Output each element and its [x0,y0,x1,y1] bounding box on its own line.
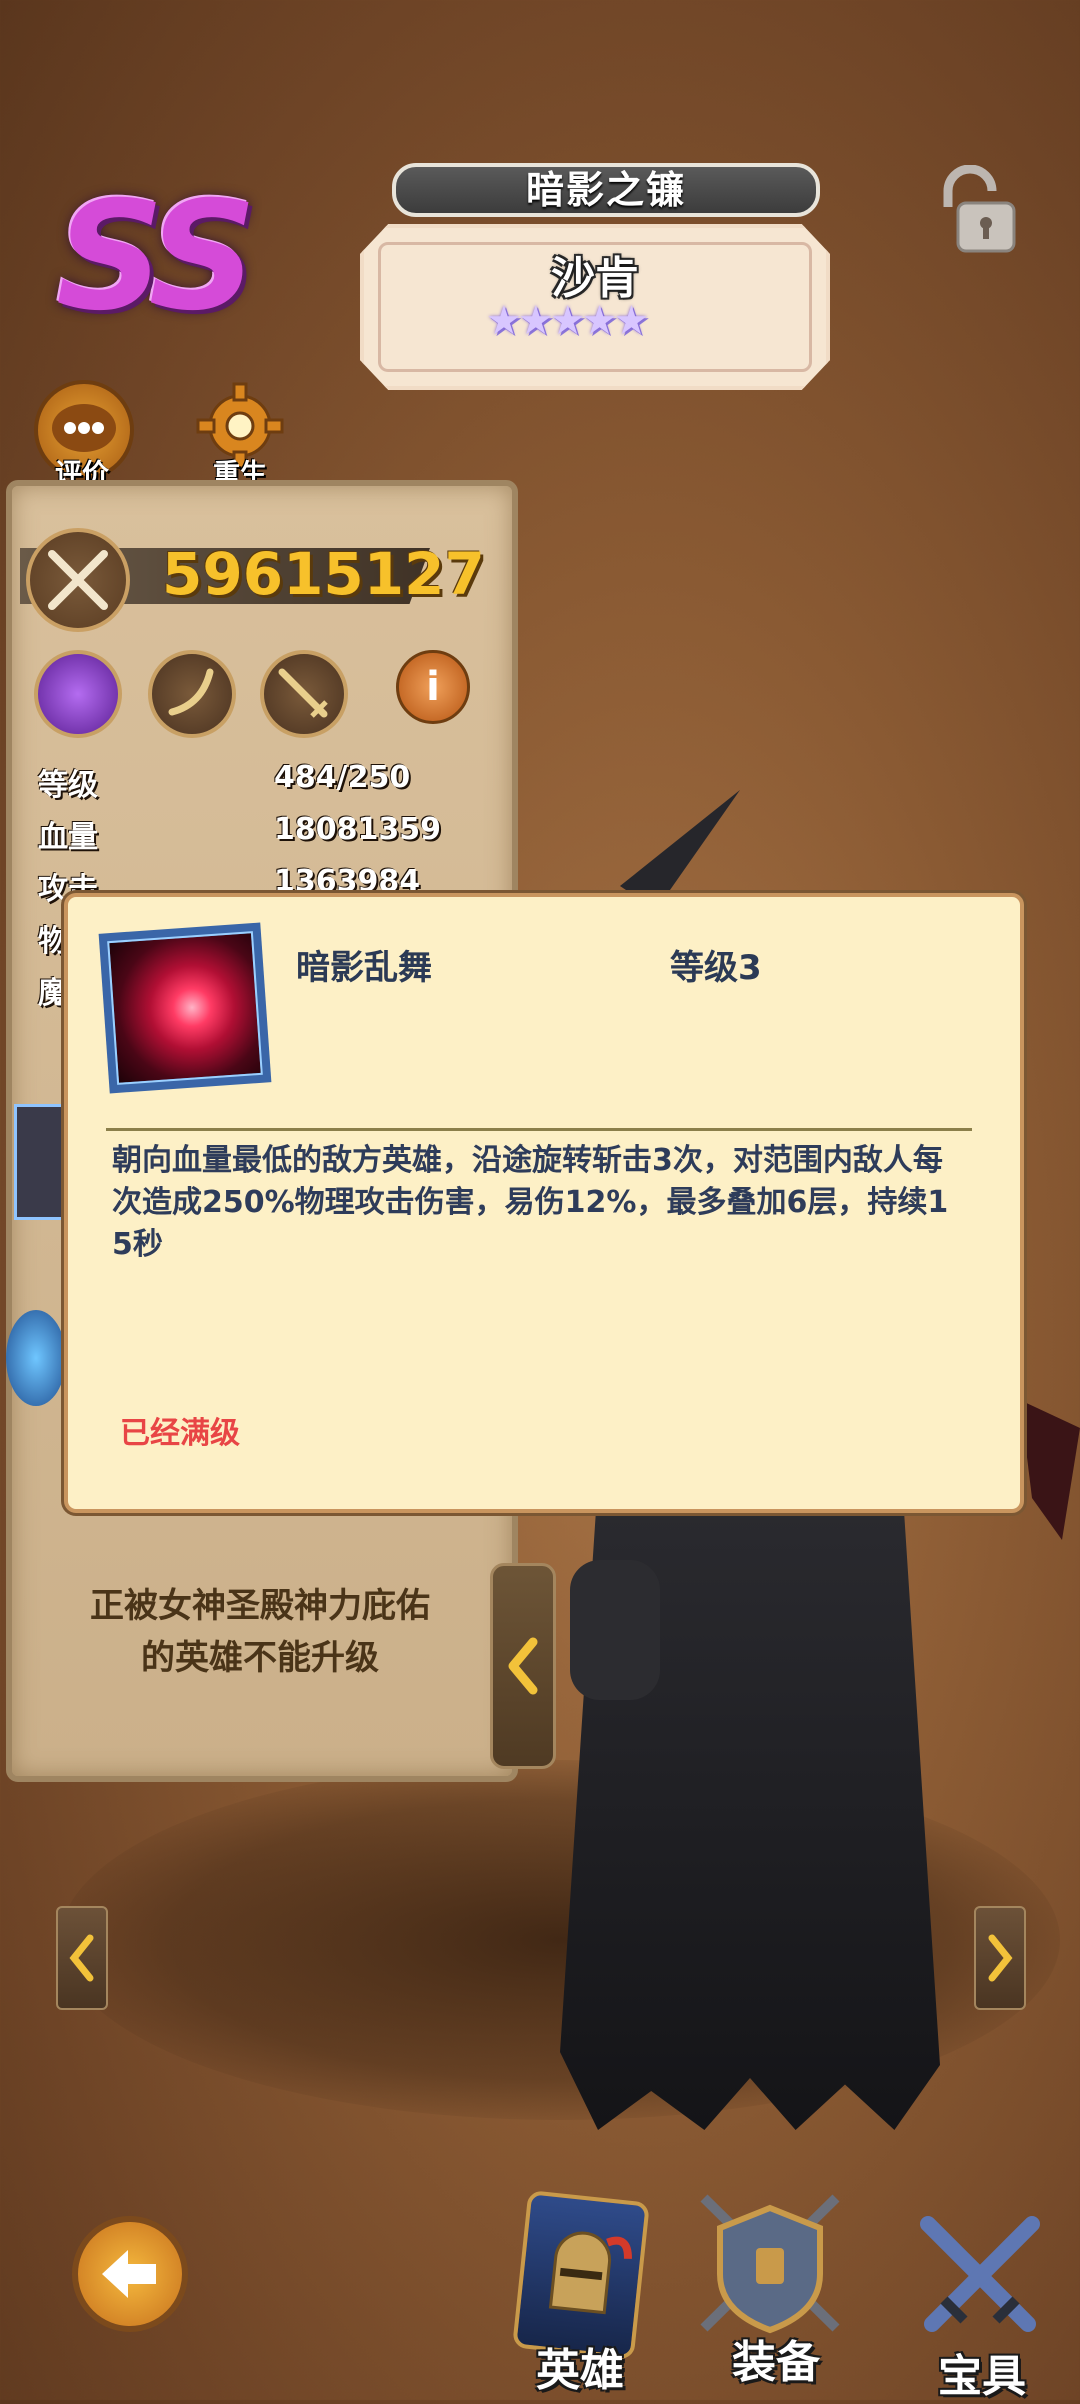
stat-value: 484/250 [274,760,411,795]
hero-title: 暗影之镰 [392,163,820,217]
chevron-right-icon [988,1934,1013,1982]
chevron-left-icon [69,1934,94,1982]
arrow-left-icon [102,2250,156,2298]
hero-hand [570,1560,660,1700]
star-icon: ★ [549,298,586,344]
next-hero-button[interactable] [974,1906,1026,2010]
equipment-tab-button[interactable] [690,2188,850,2338]
star-icon: ★ [486,298,522,344]
hero-grade: SS [56,170,257,344]
stat-label: 血量 [38,820,98,855]
notice-line: 正被女神圣殿神力庇佑 [90,1586,430,1626]
tab-equipment[interactable]: 装备 [732,2326,820,2390]
prev-hero-button[interactable] [56,1906,108,2010]
skill-description: 朝向血量最低的敌方英雄，沿途旋转斩击3次，对范围内敌人每次造成250%物理攻击伤… [112,1143,949,1262]
upgrade-notice: 正被女神圣殿神力庇佑 的英雄不能升级 [40,1580,480,1684]
skill-name: 暗影乱舞 [296,948,432,988]
tab-heroes[interactable]: 英雄 [536,2334,624,2398]
notice-line: 的英雄不能升级 [141,1638,379,1678]
combat-power: 59615127 [162,540,485,608]
max-level-status: 已经满级 [120,1416,240,1451]
weapon-spike [620,790,740,910]
back-button[interactable] [72,2216,188,2332]
scimitar-icon[interactable] [148,650,236,738]
star-rating: ★★★★★ [486,298,649,344]
treasure-tab-button[interactable] [910,2206,1050,2346]
star-icon: ★ [517,298,554,344]
star-icon: ★ [613,298,650,344]
divider [106,1128,972,1131]
hero-name: 沙肯 [551,253,639,304]
skill-icon [98,922,272,1094]
unlock-icon[interactable] [928,165,1024,255]
hero-blade [1020,1400,1080,1540]
crossed-swords-icon [920,2216,1040,2332]
stat-value: 18081359 [274,812,441,847]
stat-label: 等级 [38,768,98,803]
collapse-panel-button[interactable] [490,1563,556,1769]
tab-treasure[interactable]: 宝具 [938,2340,1026,2404]
skill-level: 等级3 [670,948,762,988]
info-icon[interactable]: i [396,650,470,724]
eye-rune-icon[interactable] [34,650,122,738]
knight-helmet-icon [548,2231,632,2315]
crossed-swords-icon [26,528,130,632]
chevron-left-icon [508,1637,538,1695]
shield-icon [700,2194,840,2334]
skill-slot-icon[interactable] [6,1310,66,1406]
sword-icon[interactable] [260,650,348,738]
